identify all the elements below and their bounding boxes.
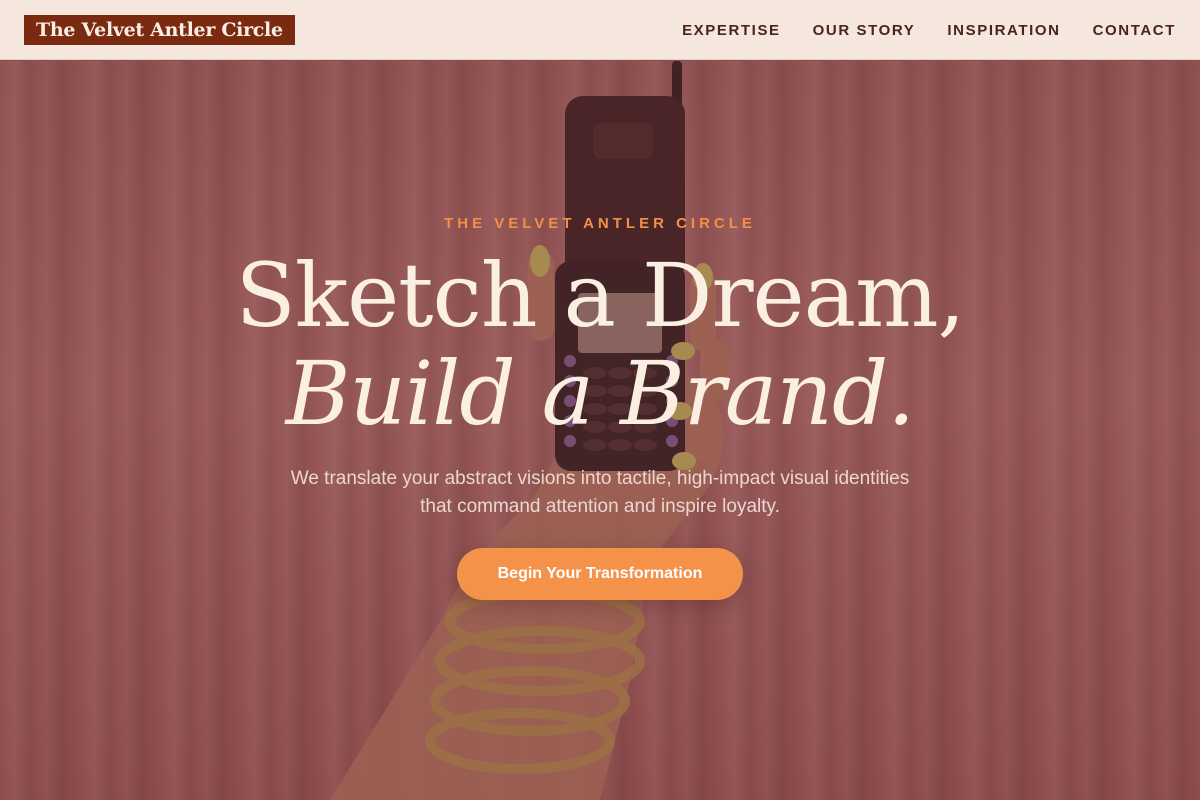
logo[interactable]: The Velvet Antler Circle — [24, 15, 295, 45]
headline-line-2: Build a Brand. — [285, 342, 916, 445]
nav-link-expertise[interactable]: EXPERTISE — [682, 22, 781, 39]
nav-link-our-story[interactable]: OUR STORY — [813, 22, 916, 39]
hero-eyebrow: THE VELVET ANTLER CIRCLE — [444, 215, 756, 232]
begin-transformation-button[interactable]: Begin Your Transformation — [457, 548, 743, 600]
hero-content: THE VELVET ANTLER CIRCLE Sketch a Dream,… — [0, 61, 1200, 800]
hero-headline: Sketch a Dream, Build a Brand. — [0, 247, 1200, 443]
main-nav: EXPERTISE OUR STORY INSPIRATION CONTACT — [682, 0, 1176, 60]
hero-section: THE VELVET ANTLER CIRCLE Sketch a Dream,… — [0, 61, 1200, 800]
nav-link-inspiration[interactable]: INSPIRATION — [947, 22, 1060, 39]
nav-link-contact[interactable]: CONTACT — [1093, 22, 1176, 39]
headline-line-1: Sketch a Dream, — [235, 244, 965, 347]
page: The Velvet Antler Circle EXPERTISE OUR S… — [0, 0, 1200, 800]
hero-subtitle: We translate your abstract visions into … — [290, 468, 910, 517]
site-header: The Velvet Antler Circle EXPERTISE OUR S… — [0, 0, 1200, 60]
